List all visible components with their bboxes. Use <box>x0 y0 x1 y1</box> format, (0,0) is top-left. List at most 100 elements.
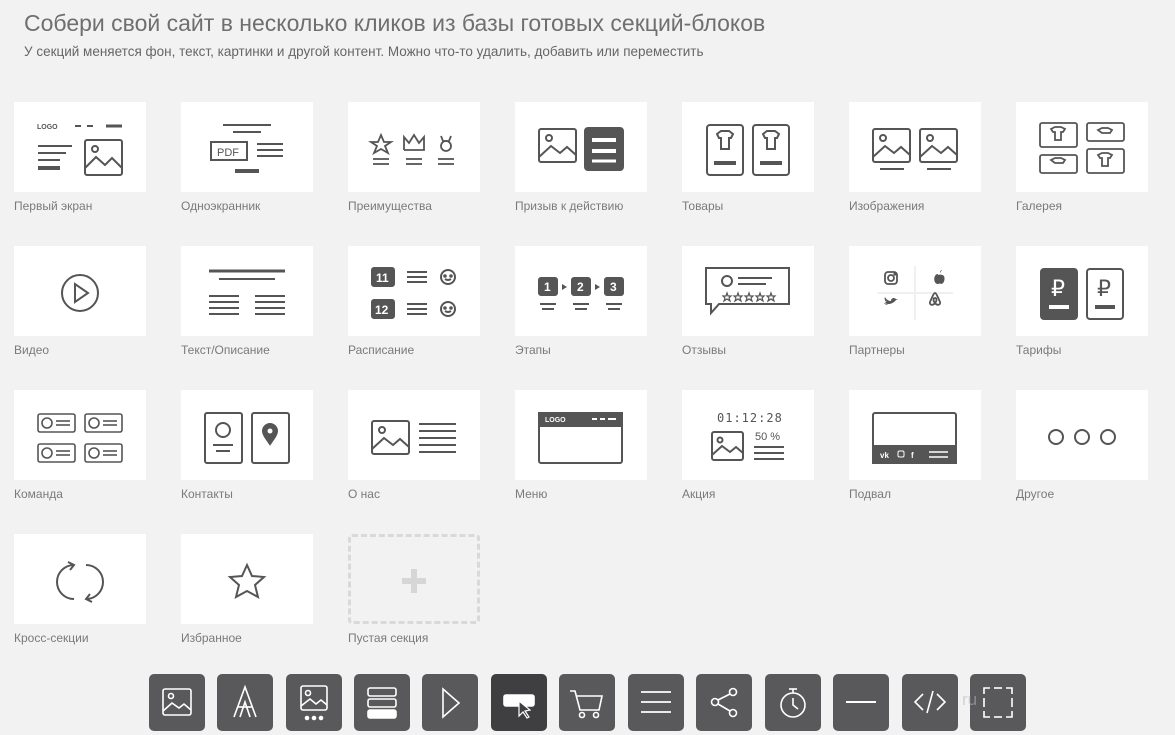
page-subtitle: У секций меняется фон, текст, картинки и… <box>24 44 704 59</box>
section-card-images[interactable] <box>849 102 981 192</box>
section-label: Подвал <box>849 487 891 501</box>
team-icon <box>37 413 123 463</box>
section-label: Меню <box>515 487 548 501</box>
section-card-footer[interactable]: vk f <box>849 390 981 480</box>
section-card-text[interactable] <box>181 246 313 336</box>
frame-tool-icon <box>983 687 1013 718</box>
plus-icon <box>402 569 426 593</box>
advantages-icon <box>368 132 454 165</box>
section-card-gallery[interactable] <box>1016 102 1148 192</box>
menu-tool-icon <box>641 691 671 713</box>
share-tool-icon <box>710 687 738 718</box>
contacts-icon <box>204 412 290 464</box>
section-label: Пустая секция <box>348 631 429 645</box>
section-label: Товары <box>682 199 724 213</box>
about-icon <box>371 420 456 455</box>
section-card-empty[interactable] <box>348 534 480 624</box>
partners-icon <box>877 266 953 320</box>
section-card-promo[interactable]: 01:12:28 50 % <box>682 390 814 480</box>
section-card-call-to-action[interactable] <box>515 102 647 192</box>
products-icon <box>706 124 790 176</box>
other-icon <box>1048 429 1116 445</box>
section-card-products[interactable] <box>682 102 814 192</box>
section-card-stages[interactable]: 1 2 3 <box>515 246 647 336</box>
text-tool-icon <box>233 684 257 718</box>
section-card-advantages[interactable] <box>348 102 480 192</box>
section-label: Преимущества <box>348 199 432 213</box>
video-icon <box>61 274 99 312</box>
section-label: Команда <box>14 487 63 501</box>
section-label: Тарифы <box>1016 343 1062 357</box>
schedule-icon: 11 12 <box>371 267 456 319</box>
schedule-number: 12 <box>375 303 389 317</box>
section-label: Отзывы <box>682 343 726 357</box>
section-card-contacts[interactable] <box>181 390 313 480</box>
section-label: Призыв к действию <box>515 199 624 213</box>
section-label: Расписание <box>348 343 415 357</box>
images-icon <box>872 128 958 170</box>
stage-number: 1 <box>544 280 551 294</box>
section-card-cross-sections[interactable] <box>14 534 146 624</box>
section-card-one-screen[interactable]: PDF <box>181 102 313 192</box>
section-label: Галерея <box>1016 199 1063 213</box>
section-card-schedule[interactable]: 11 12 <box>348 246 480 336</box>
footer-icon: vk f <box>872 412 957 464</box>
section-label: Одноэкранник <box>181 199 261 213</box>
section-card-other[interactable] <box>1016 390 1148 480</box>
ruble-text: ₽ <box>1051 277 1065 302</box>
form-tool[interactable] <box>354 674 410 731</box>
reviews-icon <box>705 267 790 316</box>
menu-tool[interactable] <box>628 674 684 731</box>
button-tool[interactable] <box>491 674 547 731</box>
section-card-menu[interactable]: LOGO <box>515 390 647 480</box>
section-card-video[interactable] <box>14 246 146 336</box>
section-label: Текст/Описание <box>181 343 270 357</box>
promo-icon: 01:12:28 50 % <box>711 411 784 461</box>
form-tool-icon <box>367 687 397 719</box>
image-tool-icon <box>162 688 192 716</box>
ruble-text: ₽ <box>1097 277 1111 302</box>
timer-tool[interactable] <box>765 674 821 731</box>
section-card-partners[interactable] <box>849 246 981 336</box>
one-screen-pdf-icon: PDF <box>210 124 283 173</box>
timer-text: 01:12:28 <box>717 411 783 425</box>
section-label: Видео <box>14 343 50 357</box>
section-label: Избранное <box>181 631 242 645</box>
discount-text: 50 % <box>755 431 780 443</box>
section-card-team[interactable] <box>14 390 146 480</box>
cross-sections-icon <box>56 561 104 603</box>
section-label: О нас <box>348 487 380 501</box>
cart-tool[interactable] <box>559 674 615 731</box>
schedule-number: 11 <box>376 271 389 285</box>
text-tool[interactable] <box>217 674 273 731</box>
section-card-favorites[interactable] <box>181 534 313 624</box>
text-description-icon <box>209 269 285 315</box>
divider-tool[interactable] <box>833 674 889 731</box>
image-tool[interactable] <box>149 674 205 731</box>
section-label: Партнеры <box>849 343 905 357</box>
video-tool[interactable] <box>422 674 478 731</box>
logo-text: LOGO <box>545 417 566 424</box>
video-tool-icon <box>442 687 461 719</box>
section-label: Другое <box>1016 487 1055 501</box>
share-tool[interactable] <box>696 674 752 731</box>
slider-tool[interactable] <box>286 674 342 731</box>
section-label: Акция <box>682 487 716 501</box>
section-label: Этапы <box>515 343 551 357</box>
pdf-text: PDF <box>217 147 239 159</box>
frame-tool[interactable] <box>970 674 1026 731</box>
gallery-icon <box>1039 122 1125 174</box>
call-to-action-icon <box>538 127 624 171</box>
cart-tool-icon <box>570 690 603 719</box>
section-card-about[interactable] <box>348 390 480 480</box>
watermark: ru <box>962 690 978 709</box>
section-card-reviews[interactable] <box>682 246 814 336</box>
section-label: Контакты <box>181 487 233 501</box>
section-card-tariffs[interactable]: ₽ ₽ <box>1016 246 1148 336</box>
stage-number: 2 <box>577 280 584 294</box>
page-title: Собери свой сайт в несколько кликов из б… <box>24 10 766 36</box>
code-tool[interactable] <box>902 674 958 731</box>
section-label: Кросс-секции <box>14 631 89 645</box>
section-card-first-screen[interactable]: LOGO <box>14 102 146 192</box>
footer-social-text: vk <box>880 451 889 460</box>
